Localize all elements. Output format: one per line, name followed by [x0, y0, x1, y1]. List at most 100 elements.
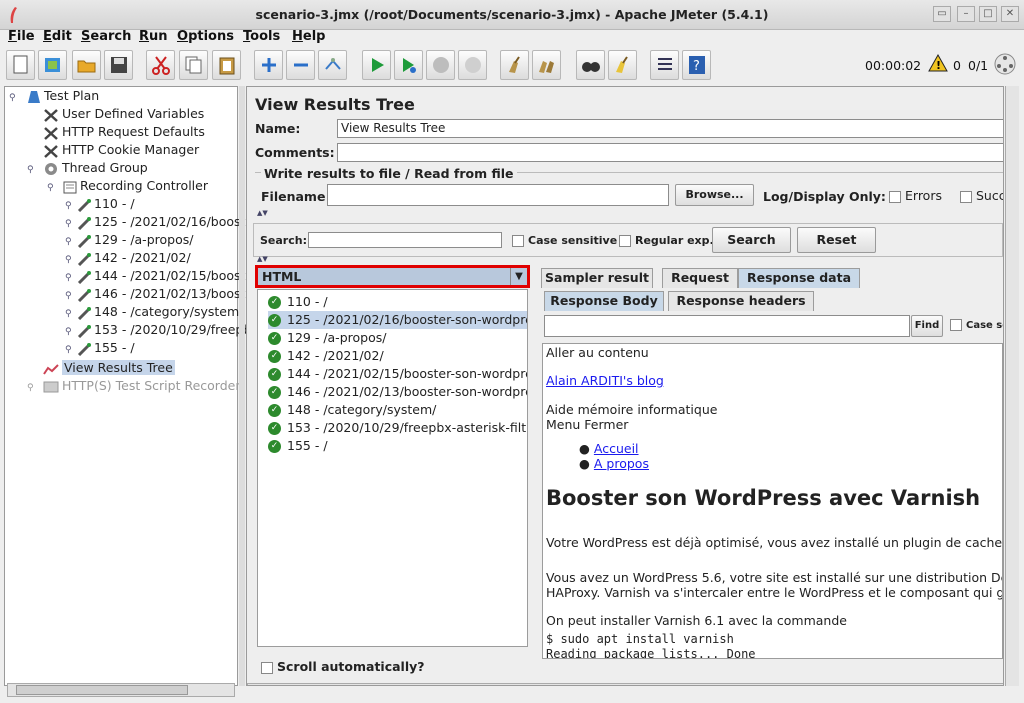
tree-node-view-results-tree[interactable]: View Results Tree: [43, 359, 175, 377]
find-case-sensitive-checkbox[interactable]: Case sensitive: [950, 319, 1003, 331]
tree-expand-icon[interactable]: ⚲: [65, 274, 73, 283]
open-folder-icon: [77, 60, 96, 73]
menu-file[interactable]: File: [8, 29, 35, 44]
renderer-select[interactable]: HTML ▼: [255, 265, 530, 288]
window-restore-icon[interactable]: ▭: [933, 6, 951, 22]
tree-expand-icon[interactable]: ⚲: [65, 238, 73, 247]
copy-button[interactable]: [179, 50, 208, 80]
reset-search-button[interactable]: [608, 50, 637, 80]
tree-node-recorder[interactable]: ⚲ HTTP(S) Test Script Recorder: [27, 377, 240, 395]
result-item[interactable]: ✓ 142 - /2021/02/: [268, 347, 384, 365]
clear-button[interactable]: [500, 50, 529, 80]
tree-node-http-request-defaults[interactable]: HTTP Request Defaults: [43, 123, 205, 141]
menu-help[interactable]: Help: [292, 29, 325, 44]
close-button[interactable]: ✕: [1001, 6, 1019, 22]
menu-edit[interactable]: Edit: [43, 29, 72, 44]
regular-exp-checkbox[interactable]: Regular exp.: [619, 234, 714, 247]
tree-node-test-plan[interactable]: ⚲ Test Plan: [9, 87, 99, 105]
menu-options[interactable]: Options: [177, 29, 234, 44]
expand-all-button[interactable]: [254, 50, 283, 80]
cut-button[interactable]: [146, 50, 175, 80]
result-item[interactable]: ✓ 110 - /: [268, 293, 328, 311]
tab-sampler-result[interactable]: Sampler result: [541, 268, 653, 288]
blog-link[interactable]: Alain ARDITI's blog: [546, 373, 664, 388]
menu-toggle-text: Menu Fermer: [546, 417, 629, 432]
tree-node-sampler[interactable]: ⚲ 148 - /category/system/: [65, 303, 243, 321]
tree-expand-icon[interactable]: ⚲: [65, 346, 73, 355]
toggle-button[interactable]: [318, 50, 347, 80]
result-item[interactable]: ✓ 155 - /: [268, 437, 328, 455]
result-item[interactable]: ✓ 129 - /a-propos/: [268, 329, 386, 347]
tree-node-recording-controller[interactable]: ⚲ Recording Controller: [47, 177, 208, 195]
menu-tools[interactable]: Tools: [243, 29, 280, 44]
tree-node-sampler[interactable]: ⚲ 142 - /2021/02/: [65, 249, 191, 267]
tree-expand-icon[interactable]: ⚲: [65, 310, 73, 319]
shutdown-button[interactable]: [458, 50, 487, 80]
paste-button[interactable]: [212, 50, 241, 80]
scroll-automatically-checkbox[interactable]: Scroll automatically?: [261, 659, 425, 674]
help-button[interactable]: ?: [682, 50, 711, 80]
tree-horizontal-scrollbar[interactable]: [7, 683, 235, 697]
minimize-button[interactable]: –: [957, 6, 975, 22]
result-item[interactable]: ✓ 146 - /2021/02/13/booster-son-wordpress: [268, 383, 527, 401]
name-field[interactable]: View Results Tree: [337, 119, 1003, 138]
stop-button[interactable]: [426, 50, 455, 80]
tree-node-sampler[interactable]: ⚲ 155 - /: [65, 339, 135, 357]
start-button[interactable]: [362, 50, 391, 80]
tree-expand-icon[interactable]: ⚲: [65, 256, 73, 265]
tree-node-thread-group[interactable]: ⚲ Thread Group: [27, 159, 148, 177]
menu-run[interactable]: Run: [139, 29, 168, 44]
save-button[interactable]: [104, 50, 133, 80]
result-item[interactable]: ✓ 153 - /2020/10/29/freepbx-asterisk-filt…: [268, 419, 527, 437]
templates-button[interactable]: [38, 50, 67, 80]
chevron-down-icon[interactable]: ▼: [510, 268, 527, 285]
start-no-pauses-button[interactable]: [394, 50, 423, 80]
panel-horizontal-scrollbar[interactable]: [247, 683, 1003, 685]
result-item[interactable]: ✓ 144 - /2021/02/15/booster-son-wordpress: [268, 365, 527, 383]
tree-expand-icon[interactable]: ⚲: [27, 166, 35, 175]
tree-expand-icon[interactable]: ⚲: [65, 202, 73, 211]
tab-response-data[interactable]: Response data: [738, 268, 860, 288]
warning-icon[interactable]: !: [928, 53, 948, 75]
collapse-arrows-icon[interactable]: ▲▼: [257, 255, 268, 263]
panel-vertical-scrollbar[interactable]: [1005, 86, 1019, 686]
tree-expand-icon[interactable]: ⚲: [47, 184, 55, 193]
successes-checkbox[interactable]: Successes: [960, 188, 1003, 203]
menu-search[interactable]: Search: [81, 29, 131, 44]
tree-expand-icon[interactable]: ⚲: [65, 292, 73, 301]
collapse-all-button[interactable]: [286, 50, 315, 80]
tree-node-http-cookie-manager[interactable]: HTTP Cookie Manager: [43, 141, 199, 159]
nav-link-a-propos[interactable]: A propos: [594, 456, 649, 471]
find-field[interactable]: [544, 315, 910, 337]
search-button-panel[interactable]: Search: [712, 227, 791, 253]
collapse-arrows-icon[interactable]: ▲▼: [257, 209, 268, 217]
tree-expand-icon[interactable]: ⚲: [27, 384, 35, 393]
result-item[interactable]: ✓ 125 - /2021/02/16/booster-son-wordpress: [268, 311, 527, 329]
maximize-button[interactable]: □: [979, 6, 997, 22]
comments-field[interactable]: [337, 143, 1003, 162]
errors-checkbox[interactable]: Errors: [889, 188, 942, 203]
tree-expand-icon[interactable]: ⚲: [9, 94, 17, 103]
tab-response-headers[interactable]: Response headers: [668, 291, 814, 311]
nav-link-accueil[interactable]: Accueil: [594, 441, 639, 456]
case-sensitive-checkbox[interactable]: Case sensitive: [512, 234, 617, 247]
tree-expand-icon[interactable]: ⚲: [65, 328, 73, 337]
result-item[interactable]: ✓ 148 - /category/system/: [268, 401, 436, 419]
function-helper-button[interactable]: [650, 50, 679, 80]
splitter-handle[interactable]: [239, 86, 245, 686]
filename-field[interactable]: [327, 184, 669, 206]
search-button[interactable]: [576, 50, 605, 80]
search-field[interactable]: [308, 232, 502, 248]
tree-node-user-defined-variables[interactable]: User Defined Variables: [43, 105, 204, 123]
tab-request[interactable]: Request: [662, 268, 738, 288]
new-button[interactable]: [6, 50, 35, 80]
tree-expand-icon[interactable]: ⚲: [65, 220, 73, 229]
open-button[interactable]: [72, 50, 101, 80]
reset-button[interactable]: Reset: [797, 227, 876, 253]
tree-node-sampler[interactable]: ⚲ 110 - /: [65, 195, 135, 213]
clear-all-button[interactable]: [532, 50, 561, 80]
find-button[interactable]: Find: [911, 315, 943, 337]
tab-response-body[interactable]: Response Body: [544, 291, 664, 311]
browse-button[interactable]: Browse...: [675, 184, 754, 206]
tree-node-sampler[interactable]: ⚲ 129 - /a-propos/: [65, 231, 193, 249]
